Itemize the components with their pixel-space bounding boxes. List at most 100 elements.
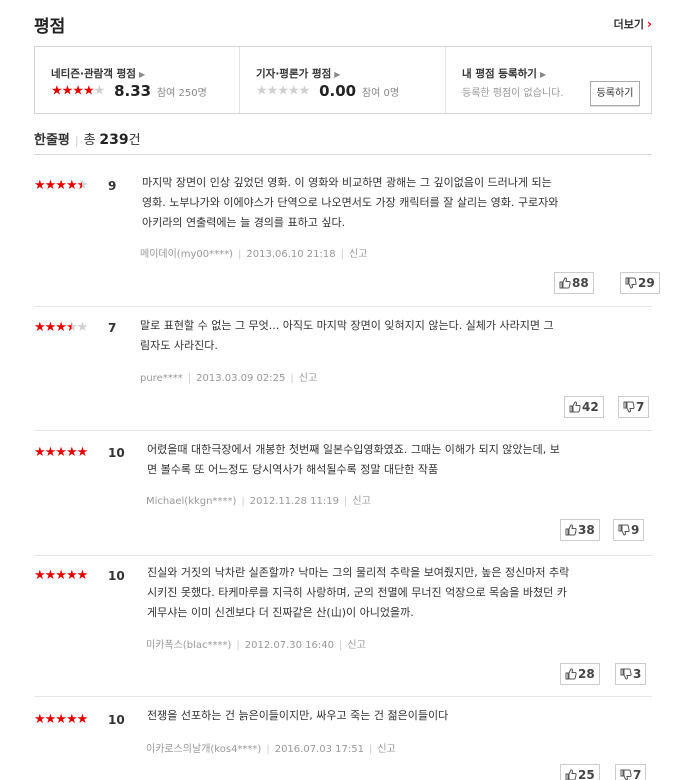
netizen-rating-label: 네티즌·관람객 평점 <box>51 68 136 80</box>
review-text-line: 게무샤는 이미 신겐보다 더 진짜같은 산(山)이 아니었을까. <box>147 606 414 619</box>
stars-filled: ★★★★ <box>34 178 78 193</box>
stars-filled: ★★★★★ <box>34 568 88 583</box>
divider: | <box>344 496 348 507</box>
like-button[interactable]: 38 <box>560 519 600 541</box>
dislike-count: 7 <box>636 400 645 414</box>
divider: | <box>241 496 245 507</box>
review-text-line: 전쟁을 선포하는 건 늙은이들이지만, 싸우고 죽는 건 젊은이들이다 <box>147 709 449 722</box>
stars-empty: ★ <box>76 320 89 335</box>
review-text-line: 마지막 장면이 인상 깊었던 영화. 이 영화와 비교하면 광해는 그 깊이없음… <box>142 176 552 189</box>
more-link[interactable]: 더보기 › <box>614 16 652 32</box>
star-rating-icon: ★★★★★ <box>34 320 89 335</box>
review-user[interactable]: pure**** <box>140 373 183 384</box>
critic-participants: 참여 0명 <box>361 87 400 99</box>
thumbs-up-icon <box>565 769 577 780</box>
report-link[interactable]: 신고 <box>347 640 365 651</box>
review-score: 10 <box>108 446 125 460</box>
dislike-count: 7 <box>633 768 642 780</box>
stars-filled: ★★★★★ <box>34 445 88 460</box>
critic-rating-link[interactable]: 기자·평론가 평점 ▶ <box>256 66 340 81</box>
review-date: 2016.07.03 17:51 <box>274 744 364 755</box>
review-text-line: 어렸을때 대한극장에서 개봉한 첫번째 일본수입영화였죠. 그때는 이해가 되지… <box>147 443 560 456</box>
review-score: 7 <box>108 321 117 335</box>
more-label: 더보기 <box>613 18 645 31</box>
triangle-right-icon: ▶ <box>334 70 341 79</box>
review-item: ★★★★★ 10 진실와 거짓의 낙차란 실존할까? 낙마는 그의 물리적 추락… <box>34 566 652 697</box>
review-user[interactable]: 메이데이(my00****) <box>140 249 233 260</box>
review-score: 10 <box>108 713 125 727</box>
chevron-right-icon: › <box>647 17 652 31</box>
review-user[interactable]: 이카로스의날개(kos4****) <box>146 744 261 755</box>
netizen-participants: 참여 250명 <box>156 87 207 99</box>
dislike-button[interactable]: 7 <box>615 764 647 780</box>
review-text: 마지막 장면이 인상 깊었던 영화. 이 영화와 비교하면 광해는 그 깊이없음… <box>142 173 632 233</box>
review-date: 2012.11.28 11:19 <box>249 496 340 507</box>
rating-summary-box: 네티즌·관람객 평점 ▶ ★★★★★ 8.33 참여 250명 기자·평론가 평점… <box>34 46 652 114</box>
total-count: 239 <box>99 132 129 148</box>
netizen-score-row: ★★★★★ 8.33 참여 250명 <box>51 82 207 100</box>
review-date: 2012.07.30 16:40 <box>244 640 334 651</box>
report-link[interactable]: 신고 <box>377 744 395 755</box>
thumbs-up-icon <box>565 524 577 536</box>
review-text-line: 림자도 사라진다. <box>140 339 218 352</box>
review-text: 진실와 거짓의 낙차란 실존할까? 낙마는 그의 물리적 추락을 보여줬지만, … <box>147 563 637 623</box>
star-rating-icon: ★★★★★ <box>34 568 88 583</box>
thumbs-down-icon <box>623 401 635 413</box>
report-link[interactable]: 신고 <box>352 496 370 507</box>
register-rating-button[interactable]: 등록하기 <box>590 81 640 106</box>
report-link[interactable]: 신고 <box>349 249 367 260</box>
section-title: 평점 <box>34 17 66 37</box>
thumbs-down-icon <box>625 277 637 289</box>
like-button[interactable]: 28 <box>560 663 600 685</box>
my-rating-label: 내 평점 등록하기 <box>462 68 537 80</box>
review-text-line: 말로 표현할 수 없는 그 무엇... 아직도 마지막 장면이 잊혀지지 않는다… <box>140 319 554 332</box>
critic-score-row: ★★★★★ 0.00 참여 0명 <box>256 82 399 100</box>
dislike-button[interactable]: 7 <box>618 396 650 418</box>
thumbs-up-icon <box>569 401 581 413</box>
dislike-count: 9 <box>631 523 640 537</box>
review-item: ★★★★★ 10 전쟁을 선포하는 건 늙은이들이지만, 싸우고 죽는 건 젊은… <box>34 709 652 780</box>
netizen-rating: 네티즌·관람객 평점 ▶ ★★★★★ 8.33 참여 250명 <box>35 47 240 113</box>
review-user[interactable]: Michael(kkgn****) <box>146 496 236 507</box>
review-user[interactable]: 미카폭스(blac****) <box>146 640 231 651</box>
dislike-button[interactable]: 9 <box>613 519 645 541</box>
review-item: ★★★★★ 7 말로 표현할 수 없는 그 무엇... 아직도 마지막 장면이 … <box>34 319 652 431</box>
rating-header: 평점 더보기 › <box>34 0 652 46</box>
review-text-line: 진실와 거짓의 낙차란 실존할까? 낙마는 그의 물리적 추락을 보여줬지만, … <box>147 566 570 579</box>
my-rating-message: 등록한 평점이 없습니다. <box>462 88 564 99</box>
like-button[interactable]: 25 <box>560 764 600 780</box>
stars-empty: ★ <box>93 83 106 99</box>
divider: | <box>368 744 373 755</box>
thumbs-up-icon <box>559 277 571 289</box>
review-text: 말로 표현할 수 없는 그 무엇... 아직도 마지막 장면이 잊혀지지 않는다… <box>140 316 630 356</box>
critic-rating-label: 기자·평론가 평점 <box>256 68 332 80</box>
report-link[interactable]: 신고 <box>299 373 317 384</box>
stars-filled: ★★★ <box>34 320 67 335</box>
review-text-line: 면 볼수록 또 어느정도 당시역사가 해석될수록 정말 대단한 작품 <box>147 463 439 476</box>
stars-half: ★ <box>76 178 89 193</box>
divider: | <box>290 373 294 384</box>
like-button[interactable]: 42 <box>564 396 604 418</box>
divider: | <box>187 373 192 384</box>
star-rating-icon: ★★★★★ <box>34 445 88 460</box>
star-rating-icon: ★★★★★ <box>256 84 310 99</box>
my-rating-link[interactable]: 내 평점 등록하기 ▶ <box>462 66 546 81</box>
thumbs-down-icon <box>620 769 632 780</box>
thumbs-down-icon <box>618 524 630 536</box>
review-meta: 이카로스의날개(kos4****) | 2016.07.03 17:51 | 신고 <box>146 740 396 755</box>
dislike-count: 29 <box>638 276 655 290</box>
dislike-button[interactable]: 3 <box>615 663 647 685</box>
triangle-right-icon: ▶ <box>138 70 146 79</box>
like-count: 28 <box>578 667 595 681</box>
divider: | <box>236 640 240 651</box>
netizen-rating-link[interactable]: 네티즌·관람객 평점 ▶ <box>51 66 145 81</box>
thumbs-down-icon <box>620 668 632 680</box>
critic-rating: 기자·평론가 평점 ▶ ★★★★★ 0.00 참여 0명 <box>240 47 446 113</box>
review-item: ★★★★★ 9 마지막 장면이 인상 깊었던 영화. 이 영화와 비교하면 광해… <box>34 176 660 307</box>
review-text-line: 영화. 노부나가와 이에야스가 단역으로 나오면서도 가장 캐릭터를 잘 살리는… <box>142 196 559 209</box>
stars-filled: ★★★★ <box>51 83 95 99</box>
like-button[interactable]: 88 <box>554 272 594 294</box>
dislike-count: 3 <box>633 667 642 681</box>
review-text-line: 시키진 못했다. 타케마루를 지극히 사랑하며, 군의 전멸에 무너진 억장으로… <box>147 586 567 599</box>
dislike-button[interactable]: 29 <box>620 272 660 294</box>
